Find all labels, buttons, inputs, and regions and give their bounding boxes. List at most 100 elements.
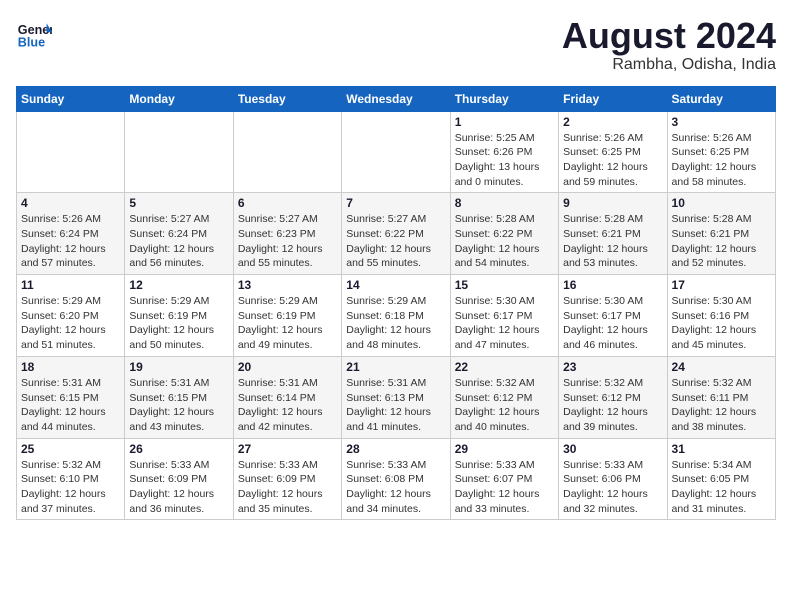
calendar-cell: 12 Sunrise: 5:29 AM Sunset: 6:19 PM Dayli… xyxy=(125,275,233,357)
day-number: 11 xyxy=(21,278,120,292)
weekday-header-cell: Thursday xyxy=(450,86,558,111)
calendar-cell: 4 Sunrise: 5:26 AM Sunset: 6:24 PM Daylig… xyxy=(17,193,125,275)
day-info: Sunrise: 5:33 AM Sunset: 6:06 PM Dayligh… xyxy=(563,458,662,517)
calendar-week-row: 25Sunrise: 5:32 AM Sunset: 6:10 PM Dayli… xyxy=(17,438,776,520)
logo-icon: General Blue xyxy=(16,16,52,52)
calendar-cell: 19Sunrise: 5:31 AM Sunset: 6:15 PM Dayli… xyxy=(125,356,233,438)
weekday-header-cell: Tuesday xyxy=(233,86,341,111)
day-number: 28 xyxy=(346,442,445,456)
calendar-cell: 25Sunrise: 5:32 AM Sunset: 6:10 PM Dayli… xyxy=(17,438,125,520)
calendar-week-row: 4 Sunrise: 5:26 AM Sunset: 6:24 PM Daylig… xyxy=(17,193,776,275)
weekday-header-row: SundayMondayTuesdayWednesdayThursdayFrid… xyxy=(17,86,776,111)
calendar-cell: 6Sunrise: 5:27 AM Sunset: 6:23 PM Daylig… xyxy=(233,193,341,275)
month-year-title: August 2024 xyxy=(562,16,776,56)
location-subtitle: Rambha, Odisha, India xyxy=(562,56,776,74)
day-info: Sunrise: 5:31 AM Sunset: 6:15 PM Dayligh… xyxy=(129,376,228,435)
day-info: Sunrise: 5:31 AM Sunset: 6:13 PM Dayligh… xyxy=(346,376,445,435)
day-info: Sunrise: 5:34 AM Sunset: 6:05 PM Dayligh… xyxy=(672,458,771,517)
day-number: 10 xyxy=(672,196,771,210)
day-info: Sunrise: 5:32 AM Sunset: 6:11 PM Dayligh… xyxy=(672,376,771,435)
day-info: Sunrise: 5:31 AM Sunset: 6:14 PM Dayligh… xyxy=(238,376,337,435)
day-number: 27 xyxy=(238,442,337,456)
day-info: Sunrise: 5:31 AM Sunset: 6:15 PM Dayligh… xyxy=(21,376,120,435)
calendar-cell: 21 Sunrise: 5:31 AM Sunset: 6:13 PM Dayli… xyxy=(342,356,450,438)
day-number: 24 xyxy=(672,360,771,374)
calendar-cell: 14 Sunrise: 5:29 AM Sunset: 6:18 PM Dayli… xyxy=(342,275,450,357)
day-number: 16 xyxy=(563,278,662,292)
day-number: 20 xyxy=(238,360,337,374)
day-number: 1 xyxy=(455,115,554,129)
day-number: 4 xyxy=(21,196,120,210)
day-info: Sunrise: 5:32 AM Sunset: 6:12 PM Dayligh… xyxy=(563,376,662,435)
calendar-cell: 15 Sunrise: 5:30 AM Sunset: 6:17 PM Dayli… xyxy=(450,275,558,357)
day-info: Sunrise: 5:33 AM Sunset: 6:07 PM Dayligh… xyxy=(455,458,554,517)
day-number: 12 xyxy=(129,278,228,292)
day-number: 15 xyxy=(455,278,554,292)
day-number: 21 xyxy=(346,360,445,374)
calendar-week-row: 1 Sunrise: 5:25 AM Sunset: 6:26 PM Daylig… xyxy=(17,111,776,193)
calendar-cell: 24 Sunrise: 5:32 AM Sunset: 6:11 PM Dayli… xyxy=(667,356,775,438)
calendar-cell: 18 Sunrise: 5:31 AM Sunset: 6:15 PM Dayli… xyxy=(17,356,125,438)
day-number: 31 xyxy=(672,442,771,456)
calendar-cell: 13 Sunrise: 5:29 AM Sunset: 6:19 PM Dayli… xyxy=(233,275,341,357)
weekday-header-cell: Monday xyxy=(125,86,233,111)
calendar-cell: 2Sunrise: 5:26 AM Sunset: 6:25 PM Daylig… xyxy=(559,111,667,193)
day-number: 2 xyxy=(563,115,662,129)
day-info: Sunrise: 5:30 AM Sunset: 6:17 PM Dayligh… xyxy=(563,294,662,353)
day-info: Sunrise: 5:30 AM Sunset: 6:16 PM Dayligh… xyxy=(672,294,771,353)
calendar-cell: 8 Sunrise: 5:28 AM Sunset: 6:22 PM Daylig… xyxy=(450,193,558,275)
day-number: 18 xyxy=(21,360,120,374)
day-number: 14 xyxy=(346,278,445,292)
calendar-cell: 23 Sunrise: 5:32 AM Sunset: 6:12 PM Dayli… xyxy=(559,356,667,438)
day-number: 13 xyxy=(238,278,337,292)
calendar-cell: 30 Sunrise: 5:33 AM Sunset: 6:06 PM Dayli… xyxy=(559,438,667,520)
day-info: Sunrise: 5:26 AM Sunset: 6:24 PM Dayligh… xyxy=(21,212,120,271)
calendar-cell: 31 Sunrise: 5:34 AM Sunset: 6:05 PM Dayli… xyxy=(667,438,775,520)
day-number: 23 xyxy=(563,360,662,374)
day-number: 30 xyxy=(563,442,662,456)
calendar-week-row: 11Sunrise: 5:29 AM Sunset: 6:20 PM Dayli… xyxy=(17,275,776,357)
calendar-table: SundayMondayTuesdayWednesdayThursdayFrid… xyxy=(16,86,776,521)
calendar-cell: 11Sunrise: 5:29 AM Sunset: 6:20 PM Dayli… xyxy=(17,275,125,357)
day-info: Sunrise: 5:28 AM Sunset: 6:21 PM Dayligh… xyxy=(672,212,771,271)
day-info: Sunrise: 5:33 AM Sunset: 6:09 PM Dayligh… xyxy=(238,458,337,517)
day-info: Sunrise: 5:28 AM Sunset: 6:22 PM Dayligh… xyxy=(455,212,554,271)
calendar-cell xyxy=(342,111,450,193)
day-info: Sunrise: 5:29 AM Sunset: 6:18 PM Dayligh… xyxy=(346,294,445,353)
weekday-header-cell: Saturday xyxy=(667,86,775,111)
day-number: 29 xyxy=(455,442,554,456)
calendar-cell: 3Sunrise: 5:26 AM Sunset: 6:25 PM Daylig… xyxy=(667,111,775,193)
calendar-cell: 1 Sunrise: 5:25 AM Sunset: 6:26 PM Daylig… xyxy=(450,111,558,193)
calendar-cell: 27 Sunrise: 5:33 AM Sunset: 6:09 PM Dayli… xyxy=(233,438,341,520)
day-number: 17 xyxy=(672,278,771,292)
logo: General Blue xyxy=(16,16,52,52)
weekday-header-cell: Friday xyxy=(559,86,667,111)
day-info: Sunrise: 5:25 AM Sunset: 6:26 PM Dayligh… xyxy=(455,131,554,190)
day-info: Sunrise: 5:29 AM Sunset: 6:19 PM Dayligh… xyxy=(238,294,337,353)
day-number: 3 xyxy=(672,115,771,129)
day-number: 26 xyxy=(129,442,228,456)
day-number: 7 xyxy=(346,196,445,210)
calendar-cell: 26 Sunrise: 5:33 AM Sunset: 6:09 PM Dayli… xyxy=(125,438,233,520)
day-info: Sunrise: 5:29 AM Sunset: 6:19 PM Dayligh… xyxy=(129,294,228,353)
calendar-cell: 17 Sunrise: 5:30 AM Sunset: 6:16 PM Dayli… xyxy=(667,275,775,357)
day-info: Sunrise: 5:33 AM Sunset: 6:08 PM Dayligh… xyxy=(346,458,445,517)
calendar-body: 1 Sunrise: 5:25 AM Sunset: 6:26 PM Daylig… xyxy=(17,111,776,520)
day-info: Sunrise: 5:28 AM Sunset: 6:21 PM Dayligh… xyxy=(563,212,662,271)
day-number: 5 xyxy=(129,196,228,210)
day-number: 8 xyxy=(455,196,554,210)
day-number: 6 xyxy=(238,196,337,210)
day-info: Sunrise: 5:33 AM Sunset: 6:09 PM Dayligh… xyxy=(129,458,228,517)
calendar-cell: 16 Sunrise: 5:30 AM Sunset: 6:17 PM Dayli… xyxy=(559,275,667,357)
calendar-week-row: 18 Sunrise: 5:31 AM Sunset: 6:15 PM Dayli… xyxy=(17,356,776,438)
day-info: Sunrise: 5:27 AM Sunset: 6:24 PM Dayligh… xyxy=(129,212,228,271)
calendar-cell: 9Sunrise: 5:28 AM Sunset: 6:21 PM Daylig… xyxy=(559,193,667,275)
day-info: Sunrise: 5:27 AM Sunset: 6:22 PM Dayligh… xyxy=(346,212,445,271)
page-header: General Blue August 2024 Rambha, Odisha,… xyxy=(16,16,776,74)
calendar-cell: 22Sunrise: 5:32 AM Sunset: 6:12 PM Dayli… xyxy=(450,356,558,438)
svg-text:Blue: Blue xyxy=(18,36,45,50)
day-info: Sunrise: 5:30 AM Sunset: 6:17 PM Dayligh… xyxy=(455,294,554,353)
calendar-cell: 20 Sunrise: 5:31 AM Sunset: 6:14 PM Dayli… xyxy=(233,356,341,438)
calendar-cell xyxy=(125,111,233,193)
day-info: Sunrise: 5:32 AM Sunset: 6:10 PM Dayligh… xyxy=(21,458,120,517)
